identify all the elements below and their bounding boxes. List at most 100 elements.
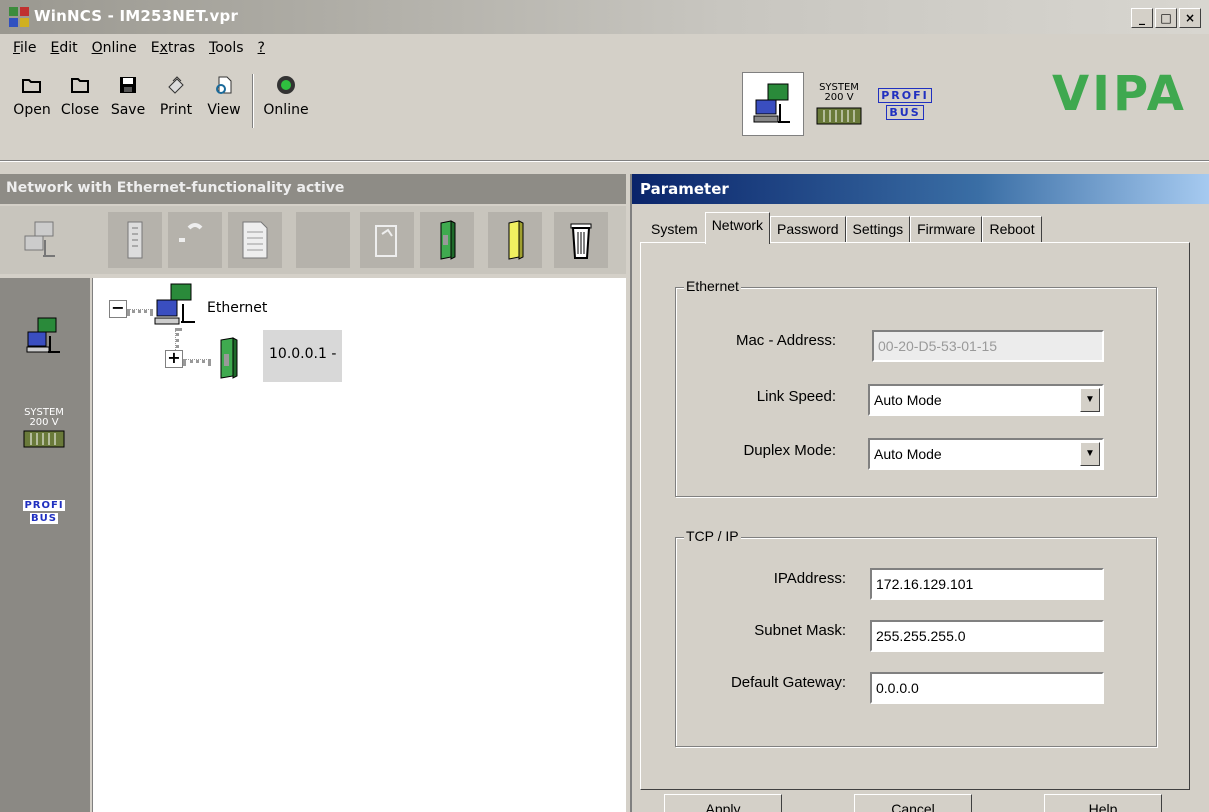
link-speed-dropdown-arrow[interactable]: ▼ [1080, 388, 1100, 412]
open-button[interactable]: Open [8, 74, 56, 118]
green-module-icon [440, 220, 456, 260]
network-panel-header: Network with Ethernet-functionality acti… [0, 174, 626, 204]
duplex-mode-select[interactable]: Auto Mode ▼ [868, 438, 1104, 470]
tab-reboot[interactable]: Reboot [982, 216, 1042, 242]
default-gateway-label: Default Gateway: [730, 674, 846, 691]
link-speed-value: Auto Mode [874, 392, 942, 408]
close-window-button[interactable]: × [1179, 8, 1201, 28]
system-label: SYSTEM [819, 81, 859, 93]
tcpip-groupbox: TCP / IP IPAddress: 172.16.129.101 Subne… [675, 528, 1157, 747]
add-im253-button[interactable] [420, 212, 474, 268]
transfer-button[interactable] [360, 212, 414, 268]
parameter-panel-header: Parameter [632, 174, 1209, 204]
connect-button[interactable] [168, 212, 222, 268]
tree-collapse-toggle[interactable]: − [109, 300, 127, 318]
default-gateway-input[interactable]: 0.0.0.0 [870, 672, 1104, 704]
tab-settings[interactable]: Settings [845, 216, 911, 242]
tab-firmware[interactable]: Firmware [910, 216, 983, 242]
ip-address-label: IPAddress: [773, 570, 846, 587]
document-button[interactable] [228, 212, 282, 268]
mode-selector: SYSTEM 200 V PROFI BUS [742, 72, 936, 136]
side-profibus-button[interactable]: PROFI BUS [22, 490, 66, 534]
ethernet-node[interactable]: Ethernet [153, 282, 313, 328]
delete-button[interactable] [554, 212, 608, 268]
green-module-icon [220, 337, 238, 379]
tcpip-group-title: TCP / IP [684, 528, 741, 544]
floppy-disk-icon [117, 74, 139, 96]
tree-connector [127, 309, 153, 313]
plc-rack-icon [816, 107, 862, 124]
menu-help[interactable]: ? [253, 38, 270, 62]
tree-expand-toggle[interactable]: + [165, 350, 183, 368]
view-button[interactable]: View [200, 74, 248, 118]
subnet-mask-input[interactable]: 255.255.255.0 [870, 620, 1104, 652]
duplex-mode-dropdown-arrow[interactable]: ▼ [1080, 442, 1100, 466]
menu-file[interactable]: File [8, 38, 41, 62]
online-button[interactable]: Online [262, 74, 310, 118]
trash-icon [570, 223, 592, 259]
closed-folder-icon [69, 74, 91, 96]
tab-network[interactable]: Network [704, 212, 771, 244]
transfer-icon [375, 225, 397, 257]
ip-address-input[interactable]: 172.16.129.101 [870, 568, 1104, 600]
menu-online[interactable]: Online [87, 38, 142, 62]
side-ethernet-button[interactable] [22, 314, 66, 358]
vipa-logo: VIPA [1052, 66, 1187, 122]
window-title: WinNCS - IM253NET.vpr [34, 7, 239, 25]
maximize-button[interactable]: □ [1155, 8, 1177, 28]
online-indicator-icon [275, 74, 297, 96]
network-tab-panel: Ethernet Mac - Address: 00-20-D5-53-01-1… [640, 242, 1190, 790]
menu-tools[interactable]: Tools [204, 38, 249, 62]
ethernet-groupbox: Ethernet Mac - Address: 00-20-D5-53-01-1… [675, 278, 1157, 497]
view-label: View [207, 102, 241, 118]
duplex-mode-value: Auto Mode [874, 446, 942, 462]
open-label: Open [13, 102, 51, 118]
network-toolbar [0, 206, 626, 274]
device-node-label[interactable]: 10.0.0.1 - [263, 330, 343, 382]
cancel-button[interactable]: Cancel [854, 794, 972, 812]
close-label: Close [60, 102, 100, 118]
close-button[interactable]: Close [56, 74, 104, 118]
side-system200v-button[interactable]: SYSTEM 200 V [22, 406, 66, 450]
blank-tool-button[interactable] [296, 212, 350, 268]
document-icon [242, 221, 268, 259]
plc-rack-icon [23, 430, 65, 448]
menu-extras[interactable]: Extras [146, 38, 200, 62]
profibus-label: PROFI [878, 88, 932, 103]
save-button[interactable]: Save [104, 74, 152, 118]
module-rack-icon [127, 221, 143, 259]
network-tree: − Ethernet + 10.0.0.1 - [92, 278, 626, 812]
connection-icon [179, 223, 203, 242]
network-computer-icon [154, 283, 195, 325]
add-yellow-module-button[interactable] [488, 212, 542, 268]
menu-edit[interactable]: Edit [45, 38, 82, 62]
ethernet-node-label: Ethernet [207, 300, 268, 316]
link-speed-select[interactable]: Auto Mode ▼ [868, 384, 1104, 416]
tab-system[interactable]: System [644, 216, 705, 242]
printer-icon [165, 74, 187, 96]
app-icon [9, 7, 29, 27]
toolbar-divider [0, 160, 1209, 162]
ethernet-mode-button[interactable] [742, 72, 804, 136]
yellow-module-icon [508, 220, 524, 260]
help-button[interactable]: Help [1044, 794, 1162, 812]
tab-password[interactable]: Password [770, 216, 846, 242]
profibus-mode-button[interactable]: PROFI BUS [874, 72, 936, 136]
network-computer-icon [753, 83, 790, 123]
add-module-button[interactable] [108, 212, 162, 268]
minimize-button[interactable]: _ [1131, 8, 1153, 28]
side-profibus-label: PROFI [23, 500, 65, 511]
toolbar-separator [252, 74, 254, 128]
open-folder-icon [21, 74, 43, 96]
preview-icon [213, 74, 235, 96]
main-toolbar: Open Close Save Print View Online [8, 74, 310, 136]
save-label: Save [110, 102, 146, 118]
mac-address-field: 00-20-D5-53-01-15 [872, 330, 1104, 362]
print-button[interactable]: Print [152, 74, 200, 118]
subnet-mask-label: Subnet Mask: [754, 622, 846, 639]
add-station-button[interactable] [14, 212, 68, 268]
apply-button[interactable]: Apply [664, 794, 782, 812]
system200v-mode-button[interactable]: SYSTEM 200 V [808, 72, 870, 136]
parameter-tabs: System Network Password Settings Firmwar… [644, 212, 1042, 244]
system-voltage-label: 200 V [824, 91, 854, 103]
